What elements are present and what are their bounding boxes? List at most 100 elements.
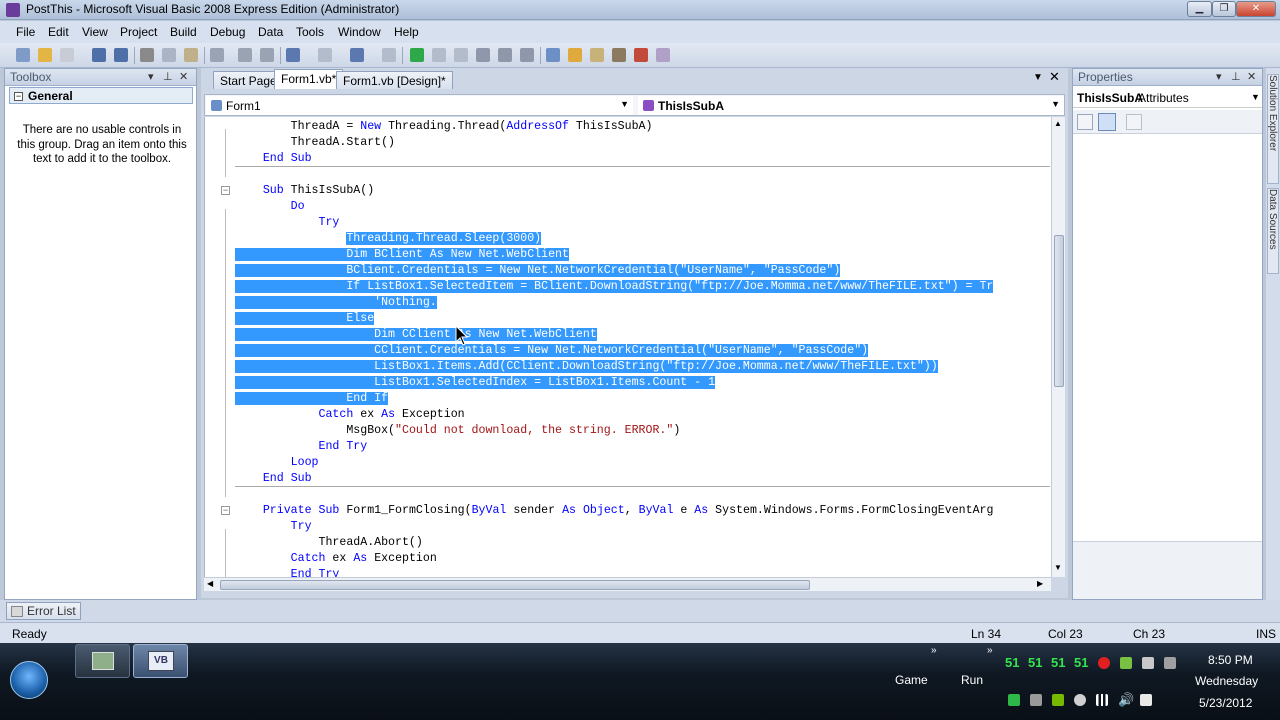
clock-date[interactable]: 5/23/2012 [1199,696,1252,710]
cut-icon[interactable] [140,48,154,62]
toolbox-icon[interactable] [612,48,626,62]
collapse-region-icon[interactable]: − [221,186,230,195]
scroll-down-arrow-icon[interactable]: ▼ [1054,563,1062,572]
class-name-combo[interactable]: Form1 ▼ [206,96,633,115]
code-line[interactable]: End If [235,391,389,407]
save-icon[interactable] [92,48,106,62]
window-position-dropdown-icon[interactable]: ▾ [1216,70,1222,83]
step-into-icon[interactable] [476,48,490,62]
vertical-scrollbar[interactable]: ▲ ▼ [1051,117,1065,577]
save-all-icon[interactable] [114,48,128,62]
menu-file[interactable]: File [16,25,35,39]
code-line[interactable]: Private Sub Form1_FormClosing(ByVal send… [235,503,994,519]
scroll-left-arrow-icon[interactable]: ◀ [207,579,213,588]
paste-icon[interactable] [184,48,198,62]
break-all-icon[interactable] [432,48,446,62]
show-hidden-icon[interactable]: » [931,645,937,656]
property-pages-icon[interactable] [1126,114,1142,130]
game-label[interactable]: Game [895,673,928,687]
window-position-dropdown-icon[interactable]: ▾ [148,70,154,83]
menu-help[interactable]: Help [394,25,419,39]
code-line[interactable]: Sub ThisIsSubA() [235,183,374,199]
new-project-icon[interactable] [16,48,30,62]
undo-icon[interactable] [286,48,300,62]
menu-debug[interactable]: Debug [210,25,245,39]
start-button[interactable] [10,661,48,699]
close-window-button[interactable]: ✕ [1236,1,1276,17]
code-line[interactable]: Threading.Thread.Sleep(3000) [235,231,542,247]
categorized-icon[interactable] [1077,114,1093,130]
taskbar-program-button[interactable] [75,644,130,678]
navigate-forward-icon[interactable] [382,48,396,62]
toolbox-close-icon[interactable]: ✕ [179,70,188,83]
tab-form1-design[interactable]: Form1.vb [Design]* [336,71,453,89]
tray-disc-icon[interactable] [1074,694,1086,706]
code-line[interactable]: End Try [235,439,368,455]
outdent-icon[interactable] [260,48,274,62]
tray-keyboard-icon[interactable] [1030,694,1042,706]
properties-icon[interactable] [590,48,604,62]
horizontal-scroll-thumb[interactable] [220,580,810,590]
tray-network-icon[interactable] [1142,657,1154,669]
solution-explorer-side-tab[interactable]: Solution Explorer [1267,74,1279,184]
code-line[interactable]: ThreadA.Abort() [235,535,422,551]
clock-time[interactable]: 8:50 PM [1208,653,1253,667]
menu-data[interactable]: Data [258,25,283,39]
clock-day[interactable]: Wednesday [1195,674,1258,688]
code-line[interactable]: ListBox1.Items.Add(CClient.DownloadStrin… [235,359,938,375]
error-list-tab[interactable]: Error List [6,602,81,620]
tray-device-icon[interactable] [1164,657,1176,669]
code-line[interactable]: Dim BClient As New Net.WebClient [235,247,569,263]
navigate-back-icon[interactable] [350,48,364,62]
open-project-icon[interactable] [38,48,52,62]
menu-tools[interactable]: Tools [296,25,324,39]
volume-icon[interactable]: 🔊 [1118,692,1134,708]
tray-green-icon[interactable] [1008,694,1020,706]
collapse-region-icon[interactable]: − [221,506,230,515]
code-line[interactable]: Catch ex As Exception [235,407,465,423]
step-over-icon[interactable] [498,48,512,62]
toolbox-group-general[interactable]: − General [9,87,193,104]
auto-hide-pin-icon[interactable]: ⊥ [1231,70,1241,83]
network-signal-icon[interactable] [1096,694,1108,706]
horizontal-scrollbar[interactable]: ◀ ▶ [204,577,1051,591]
nvidia-icon[interactable] [1052,694,1064,706]
code-line[interactable]: Else [235,311,375,327]
menu-window[interactable]: Window [338,25,381,39]
data-sources-side-tab[interactable]: Data Sources [1267,188,1279,274]
code-line[interactable]: MsgBox("Could not download, the string. … [235,423,680,439]
show-hidden-icon[interactable]: » [987,645,993,656]
redo-icon[interactable] [318,48,332,62]
method-name-combo[interactable]: ThisIsSubA ▼ [638,96,1064,115]
comment-icon[interactable] [210,48,224,62]
solution-explorer-icon[interactable] [568,48,582,62]
code-text-area[interactable]: − − ThreadA = New Threading.Thread(Addres… [204,117,1051,577]
scroll-right-arrow-icon[interactable]: ▶ [1037,579,1043,588]
menu-edit[interactable]: Edit [48,25,69,39]
indent-icon[interactable] [238,48,252,62]
code-line[interactable]: Loop [235,455,319,471]
code-line[interactable]: End Try [235,567,340,577]
tab-form1-vb[interactable]: Form1.vb* [274,69,344,89]
vertical-scroll-thumb[interactable] [1054,235,1064,387]
active-files-dropdown-icon[interactable]: ▼ [1033,72,1043,83]
title-bar[interactable]: PostThis - Microsoft Visual Basic 2008 E… [0,0,1280,20]
code-line[interactable]: ThreadA = New Threading.Thread(AddressOf… [235,119,653,135]
properties-object-combo[interactable]: ThisIsSubA Attributes ▼ [1073,88,1262,108]
code-line[interactable]: If ListBox1.SelectedItem = BClient.Downl… [235,279,994,295]
menu-build[interactable]: Build [170,25,197,39]
add-item-icon[interactable] [60,48,74,62]
scroll-up-arrow-icon[interactable]: ▲ [1054,119,1062,128]
power-icon[interactable] [1140,694,1152,706]
copy-icon[interactable] [162,48,176,62]
close-tab-icon[interactable]: ✕ [1049,69,1060,85]
stop-debugging-icon[interactable] [454,48,468,62]
minimize-button[interactable]: ▁ [1187,1,1212,17]
start-debugging-icon[interactable] [410,48,424,62]
properties-close-icon[interactable]: ✕ [1247,70,1256,83]
run-label[interactable]: Run [961,673,983,687]
code-line[interactable]: Try [235,215,340,231]
error-list-icon[interactable] [634,48,648,62]
auto-hide-pin-icon[interactable]: ⊥ [163,70,173,83]
code-line[interactable]: Try [235,519,312,535]
